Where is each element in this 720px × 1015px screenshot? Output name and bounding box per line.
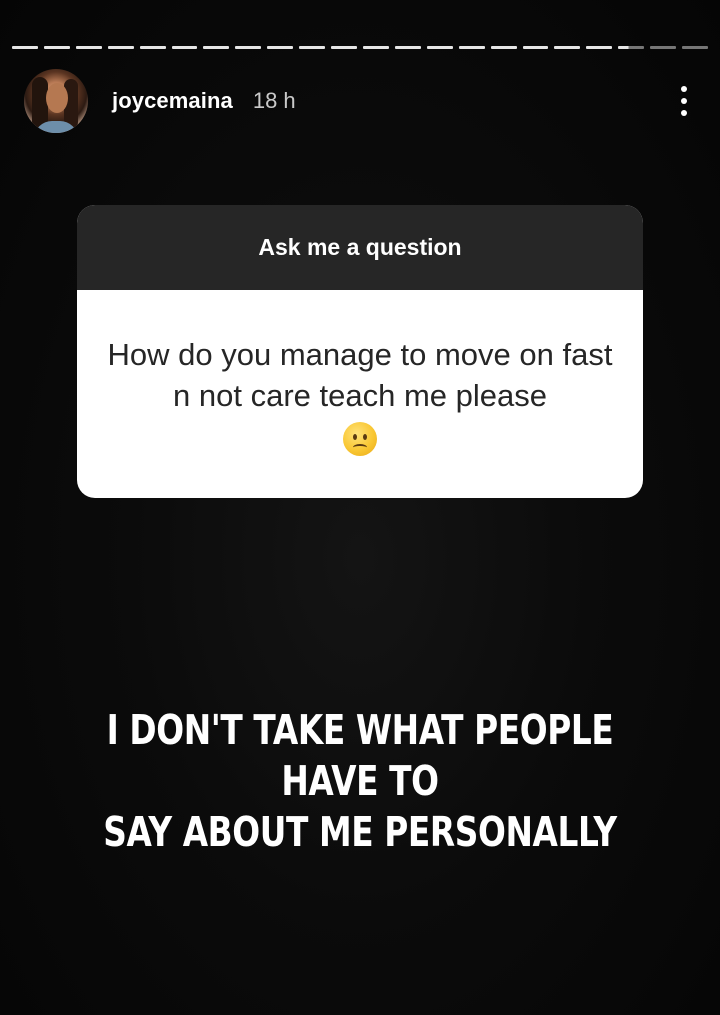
emoji-eye [363,434,367,440]
progress-segment-seen [299,46,326,49]
progress-segment-unseen [650,46,677,49]
progress-segment-seen [12,46,38,49]
menu-dot [681,98,687,104]
progress-segment-seen [43,46,70,49]
progress-segment-seen [171,46,198,49]
progress-segment-seen [267,46,294,49]
progress-segment-seen [331,46,357,49]
progress-segment-seen [394,46,421,49]
progress-segment-seen [139,46,166,49]
progress-segment-seen [458,46,485,49]
progress-segment-seen [75,46,102,49]
question-text: How do you manage to move on fast n not … [107,337,613,413]
progress-segment-seen [107,46,134,49]
story-caption: I DON'T TAKE WHAT PEOPLE HAVE TO SAY ABO… [103,706,617,856]
avatar[interactable] [24,69,88,133]
menu-dot [681,110,687,116]
progress-segment-seen [586,46,613,49]
username[interactable]: joycemaina [112,88,233,114]
frowning-face-emoji-icon [343,422,377,456]
progress-segment-seen [490,46,517,49]
question-sticker-title: Ask me a question [77,205,643,290]
story-progress-bar [12,46,708,49]
more-vertical-icon[interactable] [672,81,696,121]
menu-dot [681,86,687,92]
emoji-eye [353,434,357,440]
progress-segment-seen [362,46,389,49]
question-sticker[interactable]: Ask me a question How do you manage to m… [77,205,643,498]
story-screen[interactable]: joycemaina 18 h Ask me a question How do… [0,0,720,1015]
avatar-face [46,83,68,113]
question-sticker-body: How do you manage to move on fast n not … [77,290,643,498]
progress-segment-seen [522,46,549,49]
progress-segment-seen [426,46,453,49]
progress-segment-seen [203,46,230,49]
emoji-mouth [353,444,367,451]
progress-segment-seen [235,46,262,49]
progress-segment-unseen [682,46,708,49]
story-header: joycemaina 18 h [24,68,696,134]
progress-segment-seen [554,46,581,49]
timestamp: 18 h [252,88,296,113]
progress-segment-current [618,46,645,49]
